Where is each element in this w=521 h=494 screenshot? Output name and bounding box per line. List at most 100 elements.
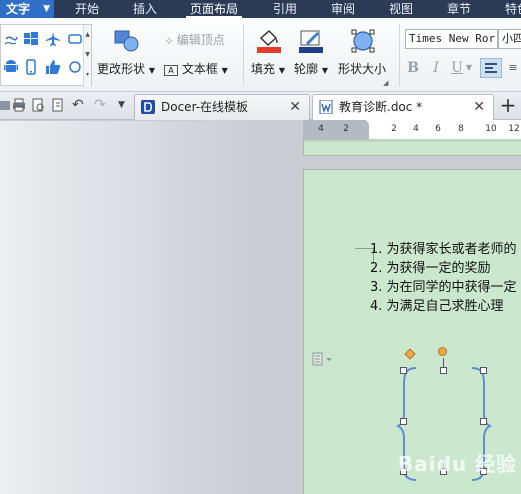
menu-references[interactable]: 引用 bbox=[268, 0, 302, 18]
ruler-margin bbox=[303, 120, 369, 140]
align-left-button[interactable] bbox=[480, 58, 502, 78]
resize-handle[interactable] bbox=[400, 367, 407, 374]
resize-handle[interactable] bbox=[480, 418, 487, 425]
numbered-list[interactable]: 1. 为获得家长或者老师的 2. 为获得一定的奖励 3. 为在同学的中获得一定 … bbox=[370, 240, 521, 316]
list-item[interactable]: 4. 为满足自己求胜心理 bbox=[370, 297, 521, 316]
dialog-launcher-icon[interactable]: ◢ bbox=[383, 79, 388, 87]
menu-special[interactable]: 特色 bbox=[500, 0, 521, 18]
thumbs-up-icon[interactable] bbox=[45, 59, 61, 75]
align-center-button[interactable]: ≡ bbox=[503, 58, 521, 78]
change-shape-icon bbox=[114, 30, 139, 52]
edit-vertex-button[interactable]: ⟡ 编辑顶点 bbox=[165, 31, 225, 48]
change-shape-button[interactable]: 更改形状 ▼ bbox=[97, 60, 155, 77]
list-item[interactable]: 3. 为在同学的中获得一定 bbox=[370, 278, 521, 297]
menu-bar: 文字 ▼ 开始 插入 页面布局 引用 审阅 视图 章节 特色 bbox=[0, 0, 521, 18]
change-shape-label: 更改形状 bbox=[97, 62, 146, 76]
paragraph-layout-icon[interactable] bbox=[312, 352, 334, 366]
undo-icon[interactable]: ↶ bbox=[72, 98, 86, 112]
menu-view[interactable]: 视图 bbox=[384, 0, 418, 18]
shape-size-icon bbox=[351, 29, 375, 53]
ruler-tick: 12 bbox=[508, 124, 520, 134]
indent-marker[interactable] bbox=[366, 120, 376, 127]
shape-icon[interactable] bbox=[67, 59, 83, 75]
chevron-down-icon: ▼ bbox=[221, 66, 228, 75]
chevron-down-icon: ▼ bbox=[321, 66, 328, 75]
tab-document-label: 教育诊断.doc * bbox=[339, 100, 423, 114]
outline-pen-icon bbox=[299, 30, 323, 53]
brace-shape-icon[interactable] bbox=[3, 31, 19, 47]
ruler-tick: 4 bbox=[413, 124, 419, 134]
close-icon[interactable]: ✕ bbox=[473, 95, 485, 119]
ruler-tick: 2 bbox=[343, 124, 349, 134]
gallery-scrollbar[interactable]: ▲ ▼ ▾ bbox=[83, 25, 91, 87]
resize-handle[interactable] bbox=[480, 367, 487, 374]
close-icon[interactable]: ✕ bbox=[289, 95, 301, 119]
docer-logo-icon bbox=[141, 100, 155, 114]
resize-handle[interactable] bbox=[400, 418, 407, 425]
bold-button[interactable]: B bbox=[403, 58, 423, 78]
redo-icon[interactable]: ↷ bbox=[94, 98, 108, 112]
italic-button[interactable]: I bbox=[426, 58, 446, 78]
airplane-icon[interactable] bbox=[45, 31, 61, 47]
phone-icon[interactable] bbox=[23, 59, 39, 75]
edit-vertex-icon: ⟡ bbox=[165, 33, 173, 47]
watermark: Baidu 经验 bbox=[398, 452, 518, 476]
ruler-tick: 4 bbox=[318, 124, 324, 134]
align-left-icon bbox=[485, 63, 497, 65]
rotate-handle[interactable] bbox=[438, 347, 447, 356]
previous-page-bottom bbox=[303, 140, 521, 156]
android-icon[interactable] bbox=[3, 59, 19, 75]
align-line bbox=[485, 71, 497, 73]
shape-icon[interactable] bbox=[67, 31, 83, 47]
new-tab-button[interactable]: + bbox=[497, 94, 519, 116]
tab-docer[interactable]: Docer-在线模板 ✕ bbox=[134, 94, 310, 120]
menu-insert[interactable]: 插入 bbox=[128, 0, 162, 18]
font-name-select[interactable]: Times New Ror bbox=[405, 29, 498, 49]
fill-label: 填充 bbox=[251, 62, 276, 76]
fill-bucket-icon bbox=[257, 30, 281, 53]
horizontal-ruler[interactable]: 4 2 2 4 6 8 10 12 bbox=[303, 120, 521, 140]
margin-corner-mark bbox=[355, 248, 369, 249]
text-box-label: 文本框 bbox=[181, 62, 218, 76]
resize-handle[interactable] bbox=[440, 367, 447, 374]
print-preview-icon[interactable] bbox=[31, 98, 45, 112]
chevron-down-icon[interactable]: ▼ bbox=[464, 58, 474, 78]
menu-section[interactable]: 章节 bbox=[442, 0, 476, 18]
windows-logo-icon[interactable] bbox=[23, 31, 39, 47]
outline-label: 轮廓 bbox=[294, 62, 319, 76]
tab-document[interactable]: 教育诊断.doc * ✕ bbox=[312, 94, 494, 120]
text-box-icon: A bbox=[164, 65, 178, 76]
menu-page-layout[interactable]: 页面布局 bbox=[186, 0, 242, 18]
font-size-select[interactable]: 小四 bbox=[498, 29, 521, 49]
app-menu-button[interactable]: 文字 ▼ bbox=[0, 0, 54, 18]
chevron-down-icon[interactable]: ▼ bbox=[118, 98, 132, 112]
ribbon-divider bbox=[399, 24, 400, 86]
chevron-down-icon: ▼ bbox=[278, 66, 285, 75]
shape-gallery[interactable]: ▲ ▼ ▾ bbox=[0, 24, 92, 87]
outline-button[interactable]: 轮廓 ▼ bbox=[294, 60, 328, 77]
ribbon: ▲ ▼ ▾ 更改形状 ▼ ⟡ 编辑顶点 A 文本框 ▼ 填充 ▼ 轮廓 ▼ 形状… bbox=[0, 18, 521, 92]
document-search-icon[interactable] bbox=[51, 98, 65, 112]
tab-docer-label: Docer-在线模板 bbox=[161, 100, 249, 114]
fill-button[interactable]: 填充 ▼ bbox=[251, 60, 285, 77]
ruler-tick: 6 bbox=[435, 124, 441, 134]
list-item[interactable]: 1. 为获得家长或者老师的 bbox=[370, 240, 521, 259]
print-icon[interactable] bbox=[12, 98, 26, 112]
ruler-tick: 10 bbox=[485, 124, 497, 134]
scroll-down-icon[interactable]: ▼ bbox=[84, 45, 91, 65]
app-menu-label: 文字 bbox=[6, 2, 31, 16]
scroll-up-icon[interactable]: ▲ bbox=[84, 25, 91, 45]
list-item[interactable]: 2. 为获得一定的奖励 bbox=[370, 259, 521, 278]
menu-start[interactable]: 开始 bbox=[70, 0, 104, 18]
shape-size-button[interactable]: 形状大小 bbox=[338, 60, 386, 77]
ruler-tick: 8 bbox=[458, 124, 464, 134]
text-box-button[interactable]: A 文本框 ▼ bbox=[164, 60, 228, 77]
ruler-tick: 2 bbox=[391, 124, 397, 134]
workspace-background bbox=[0, 121, 303, 494]
folder-icon[interactable] bbox=[0, 98, 11, 112]
menu-review[interactable]: 审阅 bbox=[326, 0, 360, 18]
chevron-down-icon: ▼ bbox=[43, 4, 50, 14]
gallery-expand-icon[interactable]: ▾ bbox=[84, 65, 91, 85]
edit-vertex-label: 编辑顶点 bbox=[176, 33, 225, 47]
document-tab-bar: ↶ ↷ ▼ Docer-在线模板 ✕ 教育诊断.doc * ✕ + bbox=[0, 92, 521, 120]
